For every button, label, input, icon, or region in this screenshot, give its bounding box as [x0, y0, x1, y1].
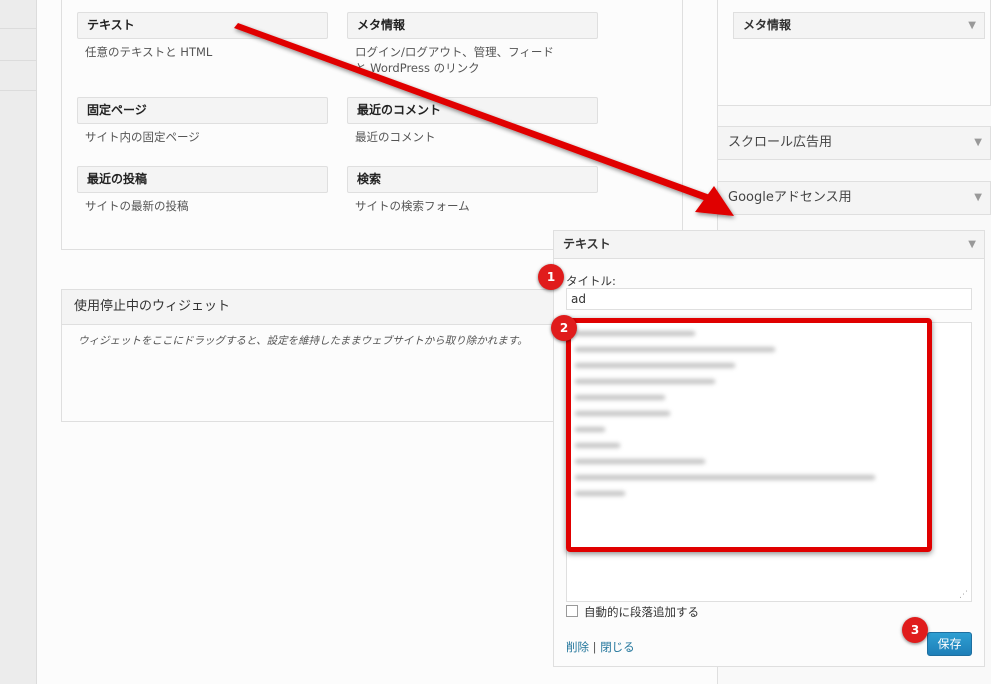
- callout-badge-2: 2: [551, 315, 577, 341]
- annotation-highlight-box: [566, 318, 932, 552]
- callout-badge-1: 1: [538, 264, 564, 290]
- callout-badge-3: 3: [902, 617, 928, 643]
